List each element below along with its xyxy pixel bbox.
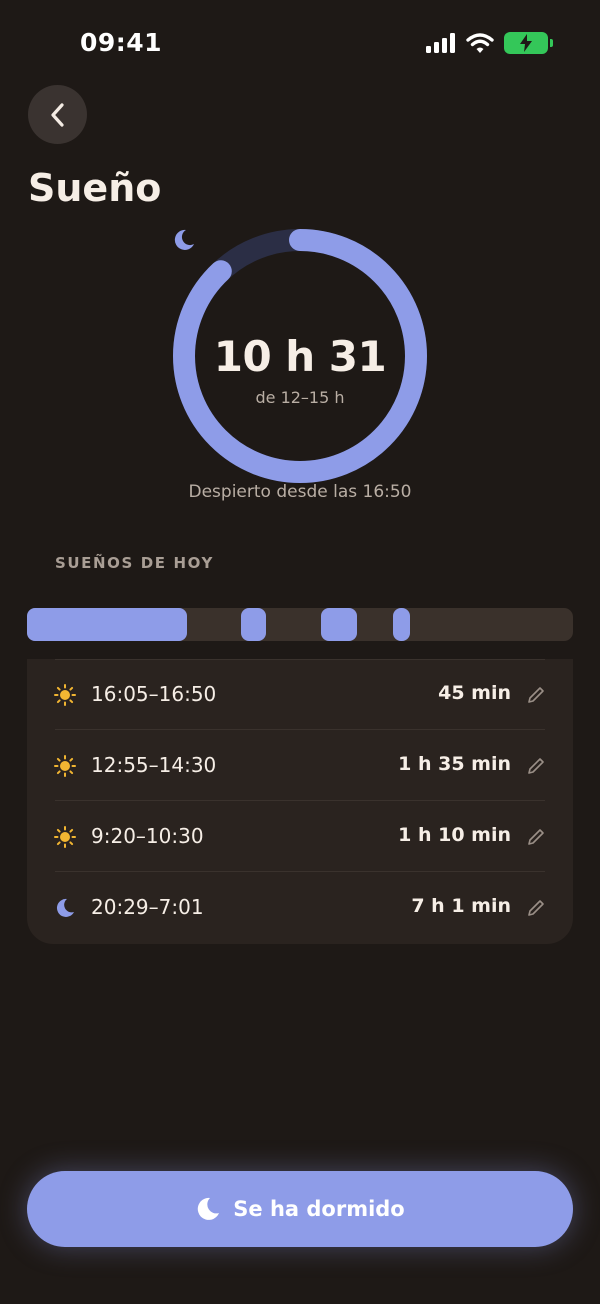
status-bar: 09:41 xyxy=(0,0,600,90)
status-time: 09:41 xyxy=(80,28,163,57)
sun-icon xyxy=(54,684,76,706)
moon-icon xyxy=(198,1197,220,1220)
wifi-icon xyxy=(466,32,494,53)
session-time: 20:29–7:01 xyxy=(91,895,204,919)
signal-icon xyxy=(426,33,455,53)
fell-asleep-button[interactable]: Se ha dormido xyxy=(27,1171,573,1247)
list-item[interactable]: 20:29–7:01 7 h 1 min xyxy=(27,872,573,943)
edit-icon[interactable] xyxy=(526,898,546,918)
edit-icon[interactable] xyxy=(526,756,546,776)
chevron-left-icon xyxy=(50,102,64,127)
sessions-list: 16:05–16:50 45 min 12:55–14:30 1 h 35 mi… xyxy=(27,659,573,944)
list-item[interactable]: 12:55–14:30 1 h 35 min xyxy=(27,730,573,801)
sleep-timeline xyxy=(27,608,573,641)
list-item[interactable]: 9:20–10:30 1 h 10 min xyxy=(27,801,573,872)
session-duration: 1 h 35 min xyxy=(398,753,511,775)
battery-charging-icon xyxy=(504,32,553,54)
sleep-progress-ring: 10 h 31 de 12–15 h xyxy=(172,228,428,484)
session-duration: 1 h 10 min xyxy=(398,824,511,846)
fell-asleep-button-label: Se ha dormido xyxy=(233,1197,405,1221)
session-time: 12:55–14:30 xyxy=(91,753,217,777)
session-time: 16:05–16:50 xyxy=(91,682,217,706)
timeline-segment xyxy=(320,608,357,641)
awake-since-label: Despierto desde las 16:50 xyxy=(188,482,412,502)
status-icons xyxy=(426,32,553,54)
timeline-segment xyxy=(392,608,410,641)
moon-icon xyxy=(174,229,194,250)
session-time: 9:20–10:30 xyxy=(91,824,204,848)
sun-icon xyxy=(54,826,76,848)
edit-icon[interactable] xyxy=(526,685,546,705)
list-item[interactable]: 16:05–16:50 45 min xyxy=(27,659,573,730)
moon-icon xyxy=(56,898,74,917)
sun-icon xyxy=(54,755,76,777)
section-title: SUEÑOS DE HOY xyxy=(55,554,214,572)
sleep-target-range: de 12–15 h xyxy=(255,388,345,407)
edit-icon[interactable] xyxy=(526,827,546,847)
timeline-segment xyxy=(27,608,187,641)
back-button[interactable] xyxy=(28,85,87,144)
page-title: Sueño xyxy=(28,166,162,210)
timeline-segment xyxy=(241,608,267,641)
session-duration: 7 h 1 min xyxy=(411,895,511,917)
sleep-total: 10 h 31 xyxy=(213,332,387,381)
session-duration: 45 min xyxy=(438,682,511,704)
